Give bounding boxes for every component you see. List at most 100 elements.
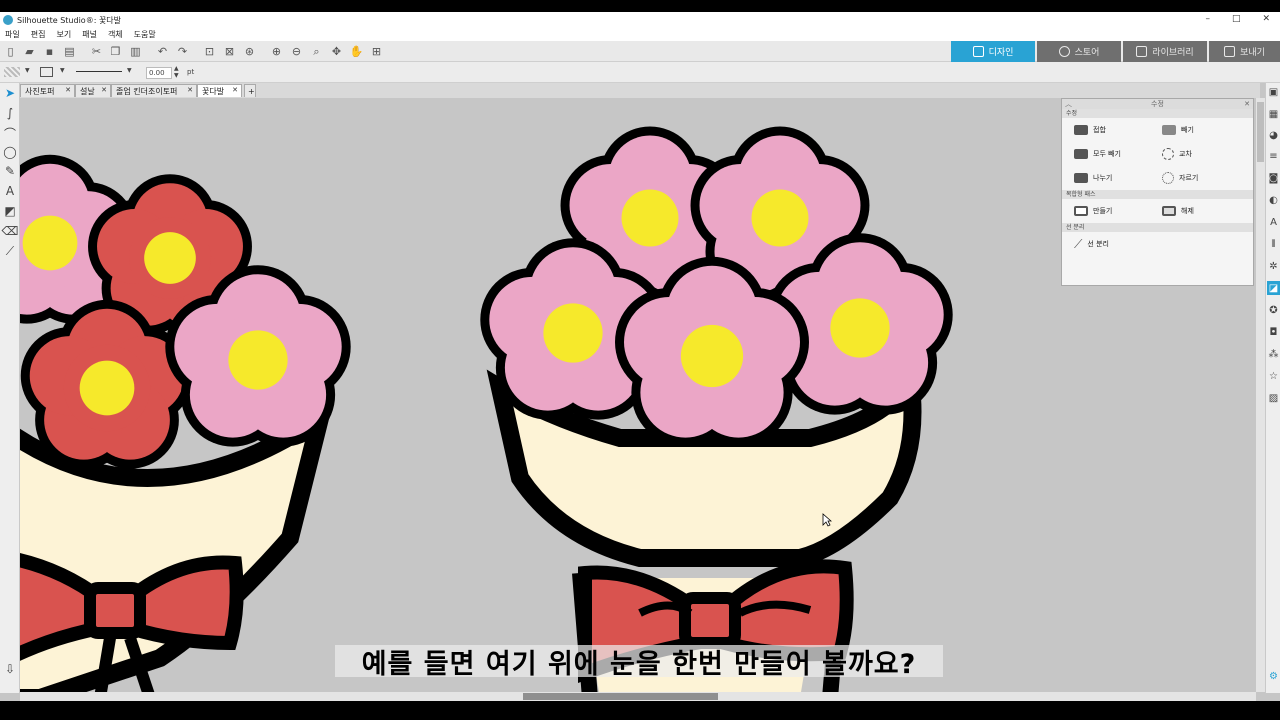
copy-icon[interactable]: ❐ bbox=[108, 44, 123, 59]
select-all-icon[interactable]: ⊡ bbox=[202, 44, 217, 59]
save-icon[interactable]: ▪ bbox=[42, 44, 57, 59]
close-icon[interactable]: ✕ bbox=[187, 86, 193, 94]
replicate-icon[interactable]: ⁂ bbox=[1267, 347, 1280, 361]
select-by-color-icon[interactable]: ⊛ bbox=[242, 44, 257, 59]
line-width-input[interactable]: 0.00 bbox=[146, 67, 172, 79]
tab-library[interactable]: 라이브러리 bbox=[1123, 41, 1207, 62]
collapse-icon[interactable]: ︿ bbox=[1065, 99, 1072, 109]
transform-icon[interactable]: ✲ bbox=[1267, 259, 1280, 273]
scroll-thumb[interactable] bbox=[523, 693, 718, 700]
zoom-out-icon[interactable]: ⊖ bbox=[289, 44, 304, 59]
select-arrow-icon[interactable]: ➤ bbox=[2, 85, 18, 101]
pixscan-icon[interactable]: ▦ bbox=[1267, 107, 1280, 121]
subtract-button[interactable]: 빼기 bbox=[1162, 125, 1194, 135]
subtract-label: 빼기 bbox=[1181, 126, 1194, 134]
add-tab-button[interactable]: + bbox=[244, 84, 256, 97]
chevron-down-icon[interactable]: ▼ bbox=[25, 67, 30, 74]
flower-center bbox=[751, 189, 809, 247]
menu-help[interactable]: 도움말 bbox=[134, 29, 156, 40]
doc-tab-active[interactable]: 꽃다발 ✕ bbox=[197, 84, 242, 97]
align-icon[interactable]: ⫴ bbox=[1267, 237, 1280, 251]
flower-center bbox=[79, 360, 135, 416]
close-icon[interactable]: ✕ bbox=[101, 86, 107, 94]
fill-pattern-icon[interactable] bbox=[4, 67, 20, 77]
curve-tool-icon[interactable]: ⌒ bbox=[2, 125, 18, 141]
import-icon[interactable]: ⇩ bbox=[2, 661, 18, 677]
zoom-select-icon[interactable]: ⌕ bbox=[309, 44, 324, 59]
fit-to-page-icon[interactable]: ⊞ bbox=[369, 44, 384, 59]
video-subtitle: 예를 들면 여기 위에 눈을 한번 만들어 볼까요? bbox=[335, 645, 943, 680]
cut-icon[interactable]: ✂ bbox=[89, 44, 104, 59]
weld-label: 접합 bbox=[1093, 126, 1106, 134]
edit-points-icon[interactable]: ∫ bbox=[2, 105, 18, 121]
crop-button[interactable]: 자르기 bbox=[1162, 172, 1198, 184]
close-icon[interactable]: ✕ bbox=[232, 86, 238, 94]
knife-tool-icon[interactable]: ⟋ bbox=[2, 243, 18, 259]
chevron-down-icon[interactable]: ▼ bbox=[127, 67, 132, 74]
text-style-icon[interactable]: A bbox=[1267, 215, 1280, 229]
tab-design[interactable]: 디자인 bbox=[951, 41, 1035, 62]
doc-tab-label: 사진토퍼 bbox=[25, 86, 55, 96]
modify-panel-icon[interactable]: ◪ bbox=[1267, 281, 1280, 295]
paste-icon[interactable]: ▥ bbox=[128, 44, 143, 59]
panel-header[interactable]: ︿ 수정 ✕ bbox=[1062, 99, 1253, 109]
subtract-all-button[interactable]: 모두 빼기 bbox=[1074, 149, 1121, 159]
release-line-button[interactable]: ⟋ 선 분리 bbox=[1074, 237, 1109, 252]
new-file-icon[interactable]: ▯ bbox=[3, 44, 18, 59]
scroll-thumb[interactable] bbox=[1257, 102, 1264, 162]
line-color-icon[interactable] bbox=[40, 67, 53, 77]
line-style-preview[interactable] bbox=[76, 71, 122, 72]
stepper-icon[interactable]: ▲ ▼ bbox=[174, 65, 179, 79]
doc-tab[interactable]: 설날 ✕ bbox=[75, 84, 111, 97]
deselect-icon[interactable]: ⊠ bbox=[222, 44, 237, 59]
maximize-button[interactable]: □ bbox=[1232, 14, 1241, 24]
menu-panels[interactable]: 패널 bbox=[82, 29, 97, 40]
fill-color-icon[interactable]: ◕ bbox=[1267, 128, 1280, 142]
chevron-down-icon[interactable]: ▼ bbox=[60, 67, 65, 74]
transparency-icon[interactable]: ◐ bbox=[1267, 193, 1280, 207]
tab-send[interactable]: 보내기 bbox=[1209, 41, 1280, 62]
drag-icon[interactable]: ✥ bbox=[329, 44, 344, 59]
left-toolbar: ➤ ∫ ⌒ ◯ ✎ A ◩ ⌫ ⟋ ⇩ bbox=[0, 83, 20, 693]
offset-icon[interactable]: ✪ bbox=[1267, 303, 1280, 317]
text-tool-icon[interactable]: A bbox=[2, 183, 18, 199]
image-effects-icon[interactable]: ◙ bbox=[1267, 171, 1280, 185]
doc-tab[interactable]: 졸업 킨더조이토퍼 ✕ bbox=[111, 84, 197, 97]
menu-object[interactable]: 객체 bbox=[108, 29, 123, 40]
undo-icon[interactable]: ↶ bbox=[155, 44, 170, 59]
make-compound-button[interactable]: 만들기 bbox=[1074, 206, 1112, 216]
page-setup-icon[interactable]: ▣ bbox=[1267, 85, 1280, 99]
trace-icon[interactable]: ◘ bbox=[1267, 325, 1280, 339]
close-icon[interactable]: ✕ bbox=[65, 86, 71, 94]
redo-icon[interactable]: ↷ bbox=[175, 44, 190, 59]
release-compound-button[interactable]: 해제 bbox=[1162, 206, 1194, 216]
zoom-in-icon[interactable]: ⊕ bbox=[269, 44, 284, 59]
close-button[interactable]: ✕ bbox=[1262, 14, 1270, 24]
open-folder-icon[interactable]: ▰ bbox=[22, 44, 37, 59]
menu-view[interactable]: 보기 bbox=[56, 29, 71, 40]
intersect-button[interactable]: 교차 bbox=[1162, 148, 1192, 160]
window-title: Silhouette Studio®: 꽃다발 bbox=[17, 15, 122, 25]
weld-button[interactable]: 접합 bbox=[1074, 125, 1106, 135]
menu-edit[interactable]: 편집 bbox=[31, 29, 46, 40]
line-style-icon[interactable]: ≡ bbox=[1267, 149, 1280, 163]
ellipse-tool-icon[interactable]: ◯ bbox=[2, 144, 18, 160]
menu-file[interactable]: 파일 bbox=[5, 29, 20, 40]
pan-hand-icon[interactable]: ✋ bbox=[349, 44, 364, 59]
close-icon[interactable]: ✕ bbox=[1244, 99, 1250, 109]
minimize-button[interactable]: – bbox=[1205, 14, 1210, 24]
pen-tool-icon[interactable]: ✎ bbox=[2, 163, 18, 179]
doc-tab[interactable]: 사진토퍼 ✕ bbox=[20, 84, 75, 97]
star-shape-icon[interactable]: ☆ bbox=[1267, 369, 1280, 383]
section-header: 선 분리 bbox=[1062, 223, 1253, 232]
vertical-scrollbar[interactable] bbox=[1256, 98, 1265, 692]
print-icon[interactable]: ▤ bbox=[62, 44, 77, 59]
eraser-icon[interactable]: ⌫ bbox=[2, 223, 19, 239]
tab-library-label: 라이브러리 bbox=[1152, 48, 1194, 58]
horizontal-scrollbar[interactable] bbox=[20, 692, 1256, 701]
divide-button[interactable]: 나누기 bbox=[1074, 173, 1112, 183]
tab-store[interactable]: 스토어 bbox=[1037, 41, 1121, 62]
settings-gear-icon[interactable]: ⚙ bbox=[1267, 669, 1280, 683]
fill-tool-icon[interactable]: ◩ bbox=[2, 203, 18, 219]
sketch-icon[interactable]: ▨ bbox=[1267, 391, 1280, 405]
